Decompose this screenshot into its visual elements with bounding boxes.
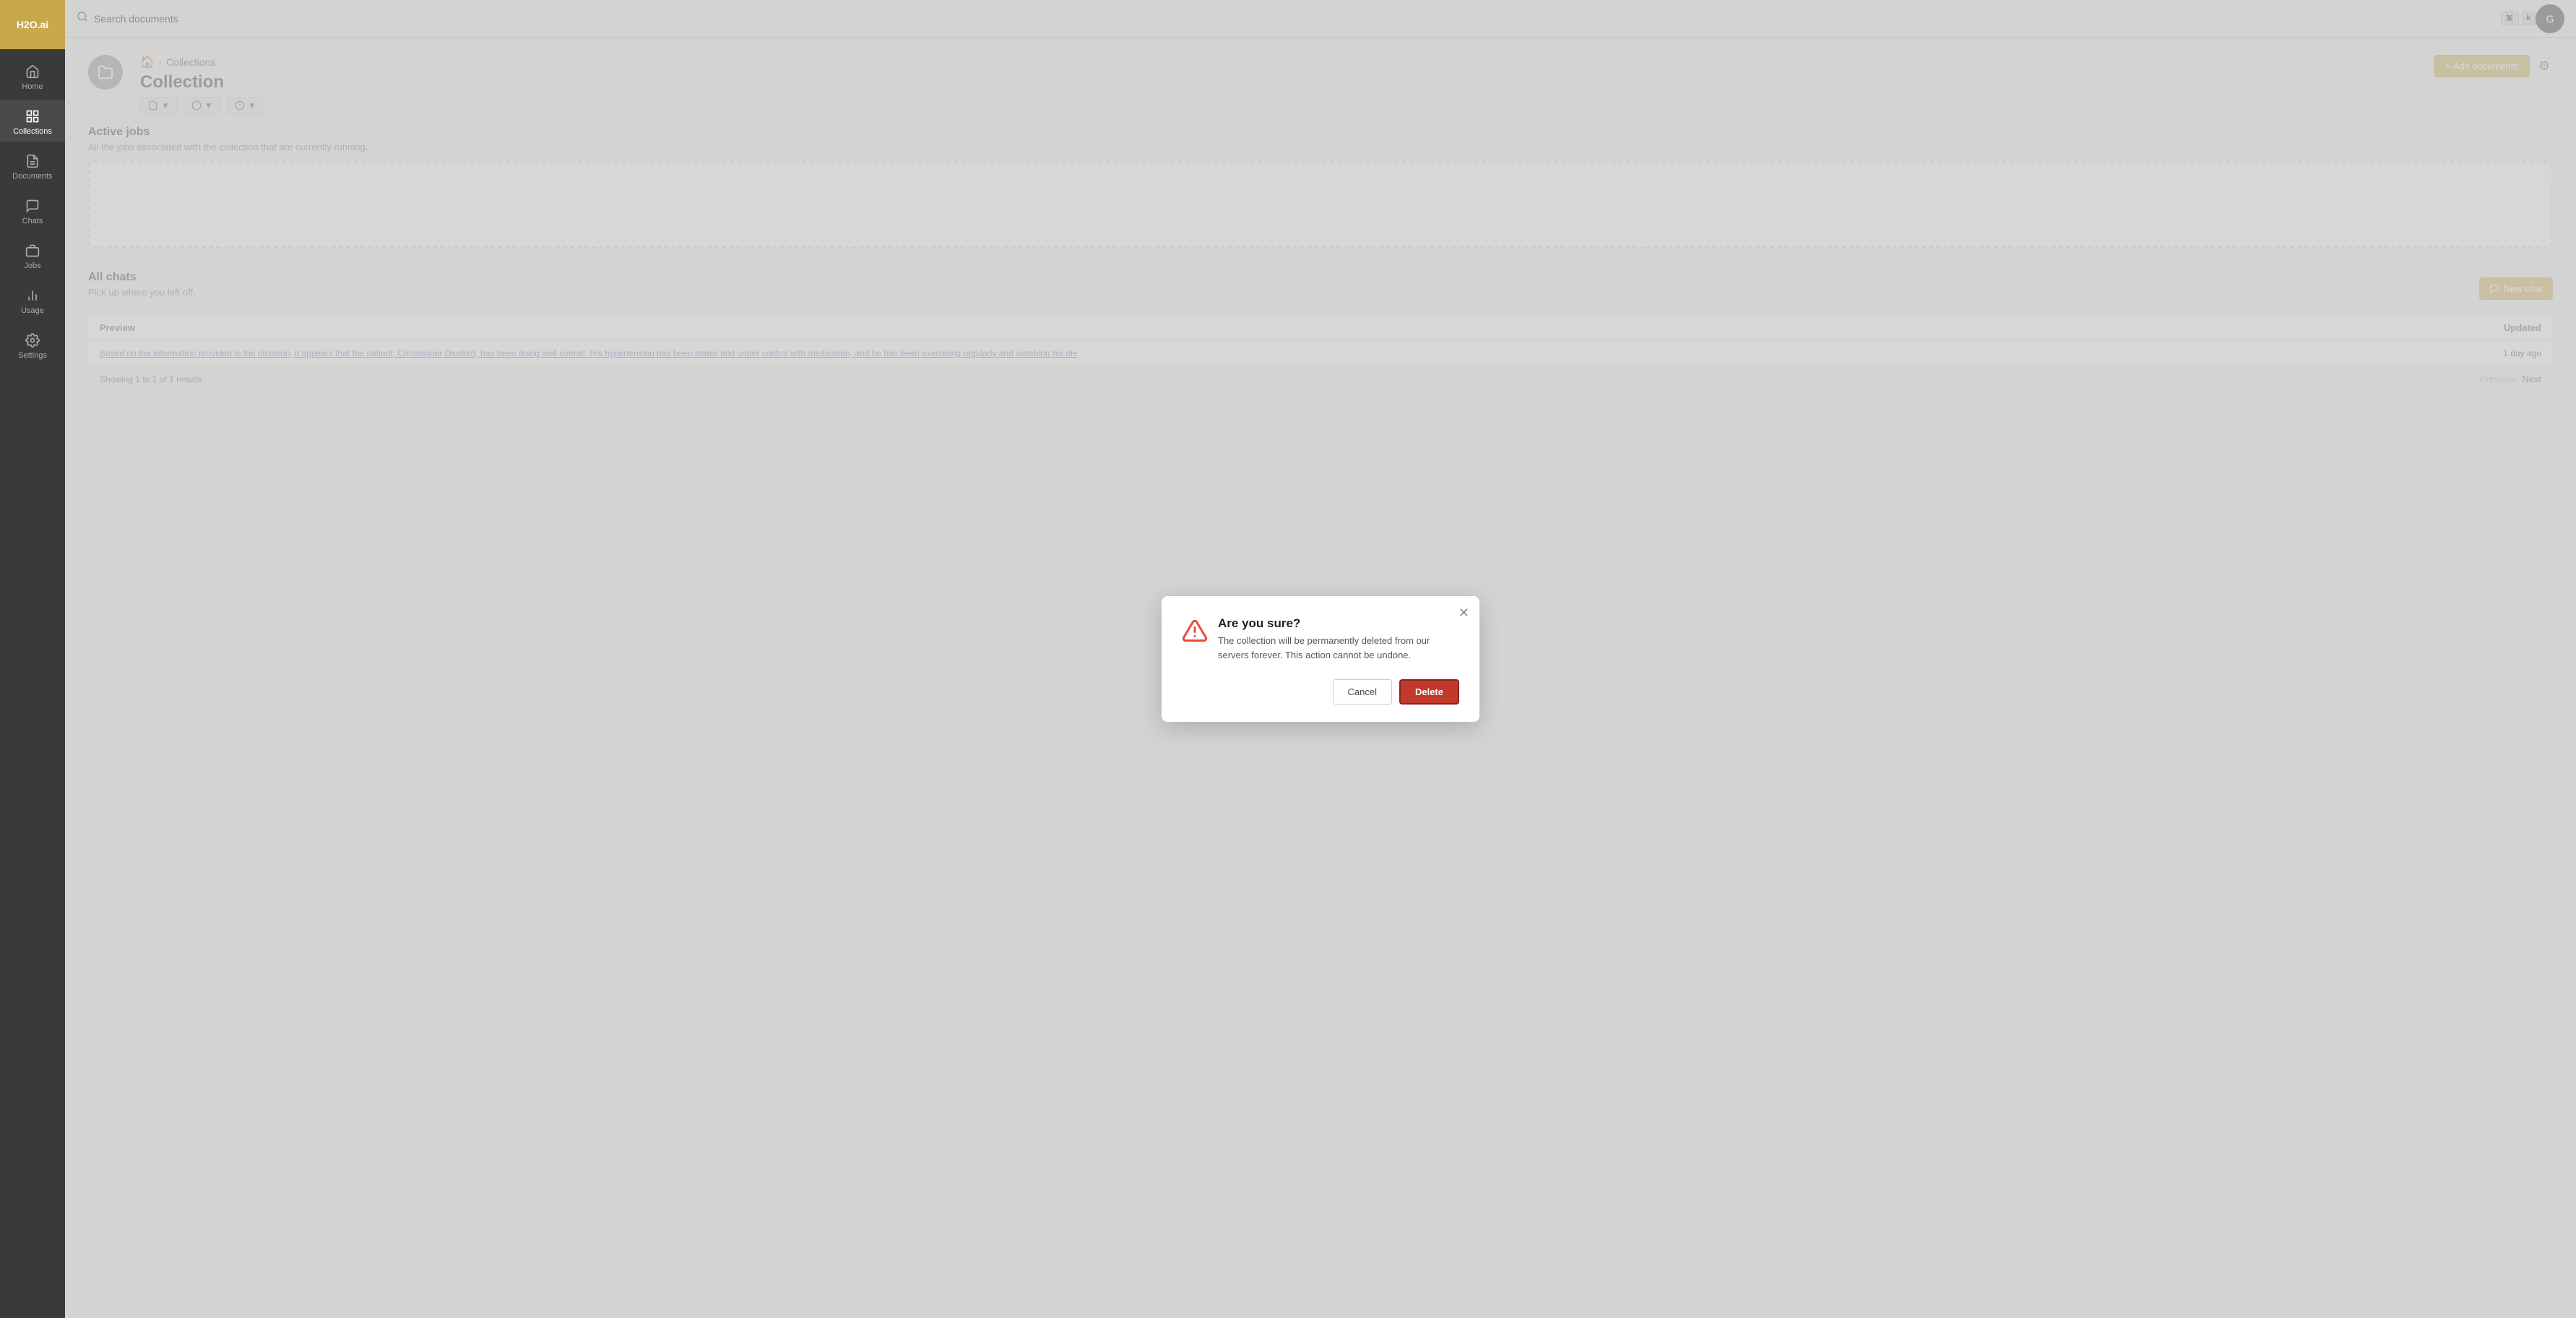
sidebar-item-chats[interactable]: Chats xyxy=(0,189,65,231)
modal-content: Are you sure? The collection will be per… xyxy=(1218,616,1459,662)
sidebar-nav: Home Collections Documents xyxy=(0,49,65,366)
main-area: ⌘ k G 🏠 › Collections xyxy=(65,0,2576,1318)
sidebar-item-usage-label: Usage xyxy=(21,306,44,315)
sidebar-item-documents[interactable]: Documents xyxy=(0,145,65,186)
delete-button[interactable]: Delete xyxy=(1399,679,1459,705)
home-icon xyxy=(25,64,40,79)
sidebar-item-jobs-label: Jobs xyxy=(24,262,40,270)
modal-body: The collection will be permanently delet… xyxy=(1218,634,1459,662)
sidebar-item-jobs[interactable]: Jobs xyxy=(0,234,65,276)
settings-icon xyxy=(25,332,40,348)
delete-confirmation-modal: ✕ Are you sure? The collection will be p… xyxy=(1162,596,1479,722)
sidebar: H2O.ai Home Collections xyxy=(0,0,65,1318)
collections-icon xyxy=(25,108,40,124)
modal-close-button[interactable]: ✕ xyxy=(1458,606,1469,619)
sidebar-item-home[interactable]: Home xyxy=(0,55,65,97)
modal-footer: Cancel Delete xyxy=(1182,679,1459,705)
sidebar-item-home-label: Home xyxy=(22,82,43,91)
app-logo: H2O.ai xyxy=(0,0,65,49)
warning-icon xyxy=(1182,618,1208,644)
sidebar-item-chats-label: Chats xyxy=(22,217,43,225)
chats-icon xyxy=(25,198,40,214)
modal-overlay: ✕ Are you sure? The collection will be p… xyxy=(65,0,2576,1318)
sidebar-item-usage[interactable]: Usage xyxy=(0,279,65,321)
sidebar-item-settings-label: Settings xyxy=(18,351,47,360)
modal-header: Are you sure? The collection will be per… xyxy=(1182,616,1459,662)
sidebar-item-collections-label: Collections xyxy=(13,127,52,136)
sidebar-item-collections[interactable]: Collections xyxy=(0,100,65,142)
modal-title: Are you sure? xyxy=(1218,616,1459,631)
sidebar-item-documents-label: Documents xyxy=(12,172,53,181)
sidebar-item-settings[interactable]: Settings xyxy=(0,324,65,366)
usage-icon xyxy=(25,288,40,303)
jobs-icon xyxy=(25,243,40,259)
cancel-button[interactable]: Cancel xyxy=(1333,679,1392,705)
documents-icon xyxy=(25,153,40,169)
